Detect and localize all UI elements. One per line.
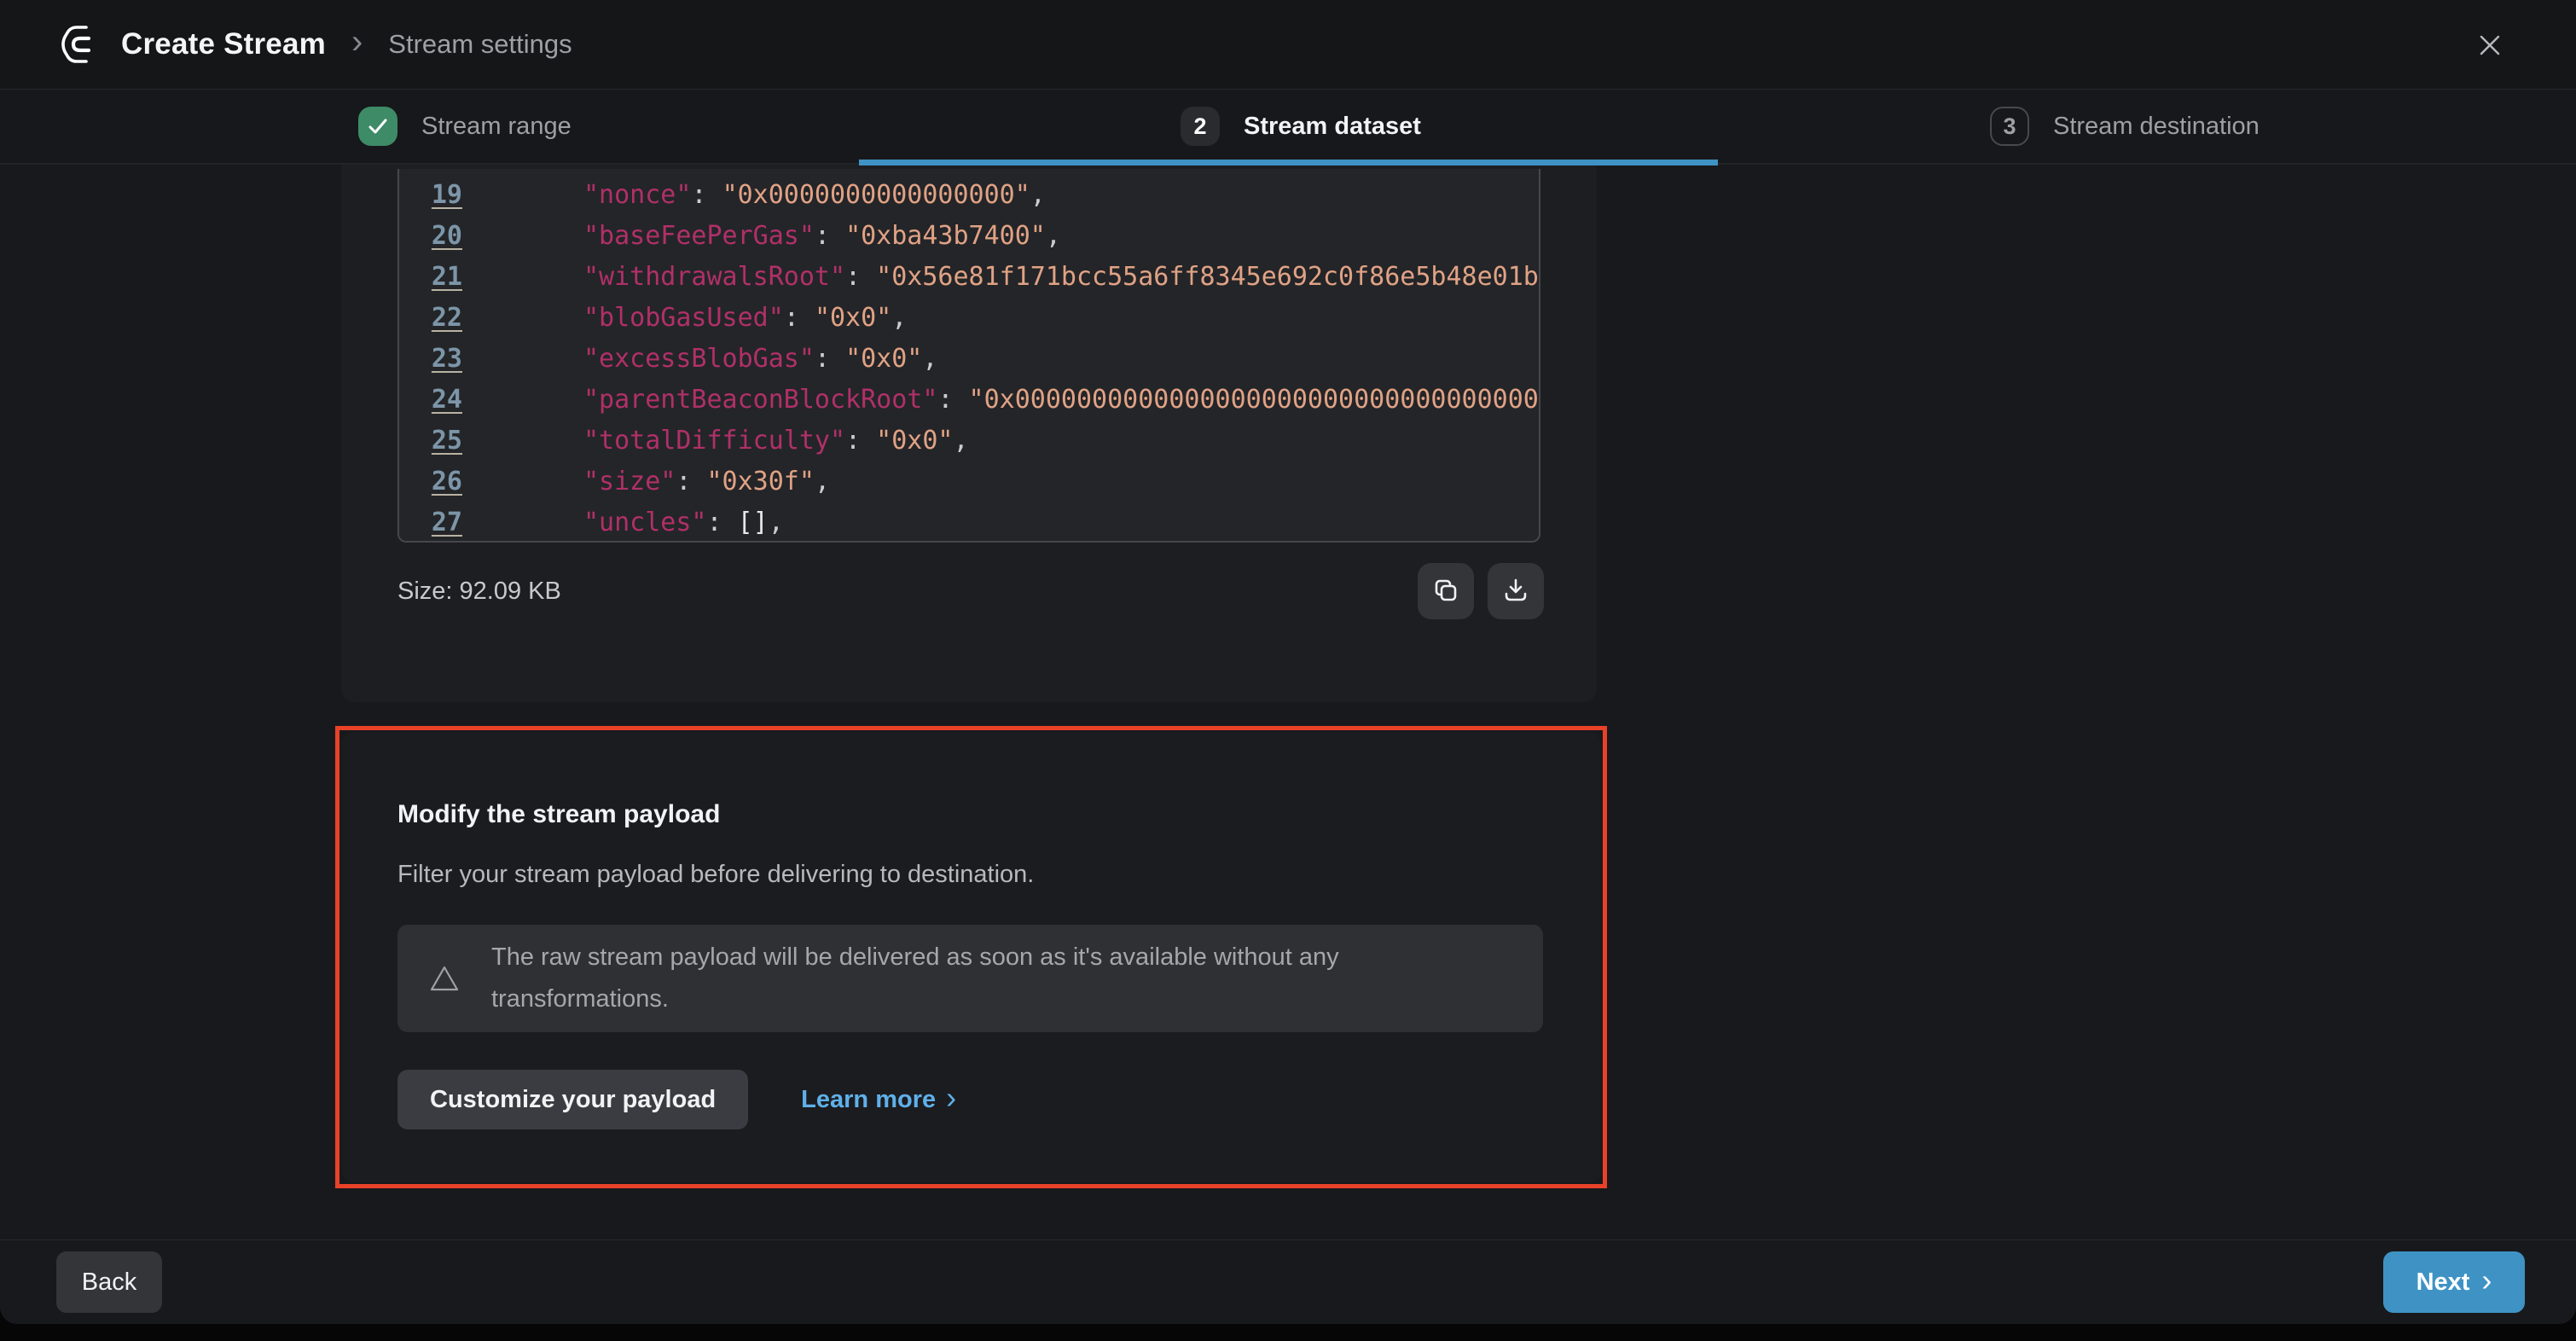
step-label: Stream destination [2053,113,2260,141]
payload-size-label: Size: 92.09 KB [397,578,561,606]
wizard-footer: Back Next › [0,1239,2576,1324]
step-stream-dataset[interactable]: 2 Stream dataset [1181,90,1421,163]
breadcrumb: Stream settings [388,29,571,60]
next-button[interactable]: Next › [2383,1251,2525,1313]
warning-triangle-icon [397,964,491,993]
page-title: Create Stream [121,27,326,61]
annotation-highlight-box: Modify the stream payload Filter your st… [335,726,1607,1188]
step-label: Stream dataset [1244,113,1421,141]
create-stream-modal: Create Stream › Stream settings Stream r… [0,0,2576,1324]
step-stream-destination[interactable]: 3 Stream destination [1990,90,2260,163]
back-button[interactable]: Back [56,1251,162,1313]
close-icon[interactable] [2470,26,2509,65]
step-number-badge: 3 [1990,107,2029,146]
code-line: 22"blobGasUsed": "0x0", [399,297,1539,338]
code-line: 27"uncles": [], [399,502,1539,543]
section-title: Modify the stream payload [397,800,1545,829]
section-subtitle: Filter your stream payload before delive… [397,861,1545,889]
payload-size-row: Size: 92.09 KB [397,562,1544,620]
wizard-stepper: Stream range 2 Stream dataset 3 Stream d… [0,90,2576,165]
streams-logo-icon [56,22,101,67]
code-line: 19"nonce": "0x0000000000000000", [399,174,1539,215]
step-stream-range[interactable]: Stream range [358,90,571,163]
code-line: 24"parentBeaconBlockRoot": "0x0000000000… [399,379,1539,420]
step-complete-check-icon [358,107,397,146]
learn-more-link[interactable]: Learn more › [801,1082,956,1118]
learn-more-label: Learn more [801,1086,936,1114]
modal-content: 18"mixHash": "0x000000000000000000000000… [0,165,2576,1239]
step-label: Stream range [421,113,571,141]
raw-payload-notice: The raw stream payload will be delivered… [397,925,1543,1032]
modal-header: Create Stream › Stream settings [0,0,2576,90]
notice-text: The raw stream payload will be delivered… [491,937,1421,1020]
next-button-label: Next [2416,1268,2470,1297]
code-line: 26"size": "0x30f", [399,461,1539,502]
dataset-preview-card: 18"mixHash": "0x000000000000000000000000… [341,165,1597,702]
payload-actions: Customize your payload Learn more › [397,1070,1545,1129]
customize-payload-button[interactable]: Customize your payload [397,1070,748,1129]
json-payload-code-viewer[interactable]: 18"mixHash": "0x000000000000000000000000… [397,169,1540,543]
code-line: 25"totalDifficulty": "0x0", [399,420,1539,461]
chevron-right-icon: › [946,1080,956,1116]
modify-payload-card: Modify the stream payload Filter your st… [341,732,1601,1182]
copy-icon[interactable] [1418,563,1474,619]
code-line: 21"withdrawalsRoot": "0x56e81f171bcc55a6… [399,256,1539,297]
download-icon[interactable] [1488,563,1544,619]
chevron-right-icon: › [2481,1263,2492,1298]
active-step-indicator [859,160,1718,165]
code-line: 23"excessBlobGas": "0x0", [399,338,1539,379]
step-number-badge: 2 [1181,107,1220,146]
breadcrumb-chevron-icon: › [351,23,363,61]
code-actions [1418,563,1544,619]
code-line: 20"baseFeePerGas": "0xba43b7400", [399,215,1539,256]
code-lines: 18"mixHash": "0x000000000000000000000000… [399,169,1539,543]
